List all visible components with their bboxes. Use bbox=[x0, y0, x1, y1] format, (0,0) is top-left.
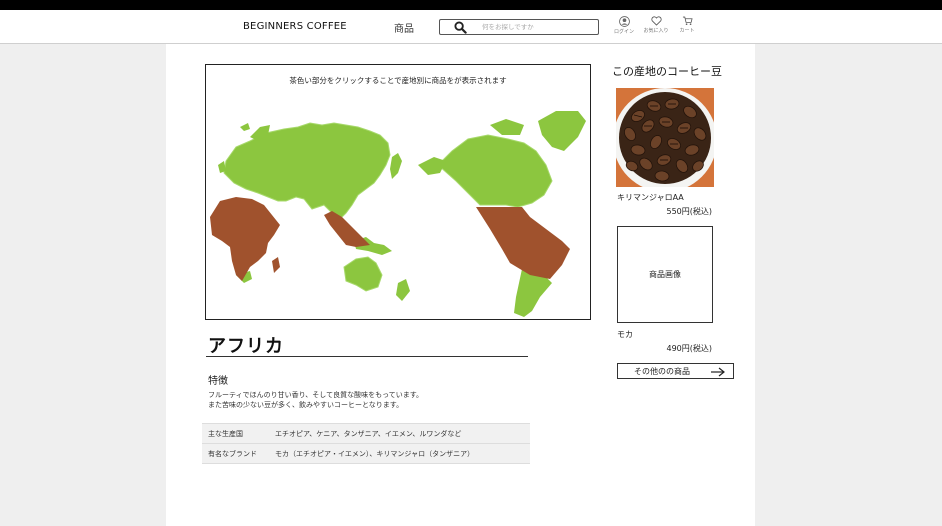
site-header: BEGINNERS COFFEE 商品 ログイン お気に入り カート bbox=[0, 10, 942, 44]
title-divider bbox=[206, 356, 528, 357]
table-label: 有名なブランド bbox=[202, 443, 269, 464]
product-name-kilimanjaro[interactable]: キリマンジャロAA bbox=[617, 192, 684, 203]
nav-products-link[interactable]: 商品 bbox=[394, 20, 414, 35]
favorites-button[interactable]: お気に入り bbox=[640, 16, 672, 34]
table-value: エチオピア、ケニア、タンザニア、イエメン、ルワンダなど bbox=[269, 423, 530, 444]
island-west bbox=[218, 161, 226, 173]
feature-heading: 特徴 bbox=[208, 376, 228, 387]
product-image-placeholder-mocha[interactable]: 商品画像 bbox=[617, 226, 713, 323]
region-info-table: 主な生産国 エチオピア、ケニア、タンザニア、イエメン、ルワンダなど 有名なブラン… bbox=[202, 423, 530, 464]
product-price-kilimanjaro: 550円(税込) bbox=[666, 207, 712, 216]
cart-button[interactable]: カート bbox=[671, 16, 703, 34]
feature-line-2: また苦味の少ない豆が多く、飲みやすいコーヒーとなります。 bbox=[208, 401, 404, 409]
search-input[interactable] bbox=[482, 21, 592, 33]
region-madagascar[interactable] bbox=[272, 257, 280, 273]
search-box[interactable] bbox=[439, 19, 599, 35]
region-title: アフリカ bbox=[208, 336, 284, 357]
cart-label: カート bbox=[679, 28, 695, 34]
table-row: 主な生産国 エチオピア、ケニア、タンザニア、イエメン、ルワンダなど bbox=[202, 423, 530, 444]
main-content: 茶色い部分をクリックすることで産地別に商品をが表示されます アフリカ 特徴 フル… bbox=[166, 44, 755, 526]
feature-line-1: フルーティでほんのり甘い香り、そして良質な酸味をもっています。 bbox=[208, 391, 424, 399]
north-america bbox=[437, 134, 553, 208]
product-price-mocha: 490円(税込) bbox=[666, 344, 712, 353]
login-label: ログイン bbox=[613, 29, 634, 35]
japan bbox=[390, 153, 402, 179]
world-map bbox=[210, 111, 586, 317]
table-label: 主な生産国 bbox=[202, 423, 269, 444]
more-products-label: その他のの商品 bbox=[634, 367, 690, 376]
coffee-beans-photo bbox=[616, 88, 714, 187]
favorites-label: お気に入り bbox=[643, 28, 669, 34]
table-row: 有名なブランド モカ（エチオピア・イエメン）、キリマンジャロ（タンザニア） bbox=[202, 443, 530, 464]
region-africa[interactable] bbox=[210, 197, 280, 281]
heart-icon bbox=[650, 16, 662, 26]
search-icon[interactable] bbox=[454, 21, 467, 34]
new-zealand bbox=[396, 279, 410, 301]
product-image-kilimanjaro[interactable] bbox=[616, 88, 714, 187]
cart-icon bbox=[682, 16, 693, 25]
region-asia[interactable] bbox=[324, 211, 370, 247]
region-latin-america[interactable] bbox=[476, 207, 570, 279]
top-black-bar bbox=[0, 0, 942, 10]
more-products-button[interactable]: その他のの商品 bbox=[617, 363, 734, 379]
sidebar-title: この産地のコーヒー豆 bbox=[612, 65, 722, 78]
canadian-islands bbox=[490, 119, 524, 135]
login-button[interactable]: ログイン bbox=[608, 16, 640, 35]
greenland bbox=[538, 111, 586, 151]
table-value: モカ（エチオピア・イエメン）、キリマンジャロ（タンザニア） bbox=[269, 443, 530, 464]
user-icon bbox=[618, 16, 630, 27]
world-map-panel: 茶色い部分をクリックすることで産地別に商品をが表示されます bbox=[205, 64, 591, 320]
coffee-regions[interactable] bbox=[210, 197, 570, 281]
arrow-right-icon bbox=[711, 367, 725, 377]
product-name-mocha[interactable]: モカ bbox=[617, 329, 633, 340]
alaska bbox=[418, 157, 446, 175]
feature-description: フルーティでほんのり甘い香り、そして良質な酸味をもっています。 また苦味の少ない… bbox=[208, 390, 423, 410]
brand-logo[interactable]: BEGINNERS COFFEE bbox=[243, 21, 347, 32]
australia bbox=[343, 256, 383, 292]
continent-shapes bbox=[218, 111, 586, 317]
island-small bbox=[240, 123, 250, 131]
